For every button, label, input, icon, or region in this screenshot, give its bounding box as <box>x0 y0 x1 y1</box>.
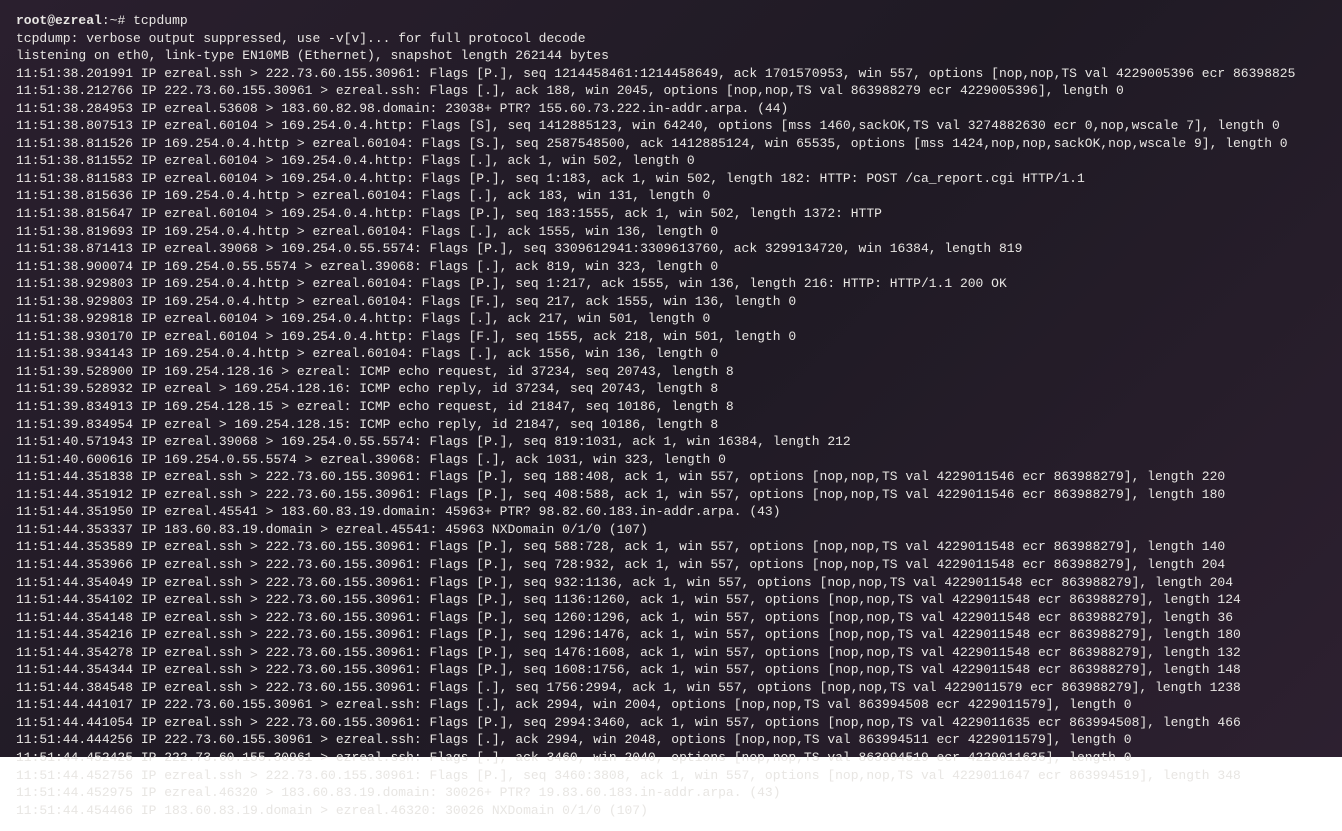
output-line: 11:51:38.929818 IP ezreal.60104 > 169.25… <box>16 310 1326 328</box>
output-lines: tcpdump: verbose output suppressed, use … <box>16 30 1326 820</box>
output-line: 11:51:44.354148 IP ezreal.ssh > 222.73.6… <box>16 609 1326 627</box>
output-line: 11:51:44.454466 IP 183.60.83.19.domain >… <box>16 802 1326 820</box>
output-line: 11:51:38.811552 IP ezreal.60104 > 169.25… <box>16 152 1326 170</box>
output-line: 11:51:44.354049 IP ezreal.ssh > 222.73.6… <box>16 574 1326 592</box>
output-line: 11:51:44.441054 IP ezreal.ssh > 222.73.6… <box>16 714 1326 732</box>
output-line: 11:51:39.528932 IP ezreal > 169.254.128.… <box>16 380 1326 398</box>
output-line: 11:51:38.815636 IP 169.254.0.4.http > ez… <box>16 187 1326 205</box>
output-line: 11:51:44.351950 IP ezreal.45541 > 183.60… <box>16 503 1326 521</box>
output-line: 11:51:38.811583 IP ezreal.60104 > 169.25… <box>16 170 1326 188</box>
output-line: 11:51:44.441017 IP 222.73.60.155.30961 >… <box>16 696 1326 714</box>
prompt-line[interactable]: root@ezreal:~# tcpdump <box>16 12 1326 30</box>
output-line: 11:51:44.444256 IP 222.73.60.155.30961 >… <box>16 731 1326 749</box>
output-line: 11:51:44.353589 IP ezreal.ssh > 222.73.6… <box>16 538 1326 556</box>
output-line: 11:51:44.384548 IP ezreal.ssh > 222.73.6… <box>16 679 1326 697</box>
output-line: 11:51:38.934143 IP 169.254.0.4.http > ez… <box>16 345 1326 363</box>
output-line: 11:51:44.452756 IP ezreal.ssh > 222.73.6… <box>16 767 1326 785</box>
output-line: 11:51:38.871413 IP ezreal.39068 > 169.25… <box>16 240 1326 258</box>
output-line: 11:51:44.452975 IP ezreal.46320 > 183.60… <box>16 784 1326 802</box>
output-line: 11:51:38.212766 IP 222.73.60.155.30961 >… <box>16 82 1326 100</box>
output-line: 11:51:38.930170 IP ezreal.60104 > 169.25… <box>16 328 1326 346</box>
output-line: 11:51:39.528900 IP 169.254.128.16 > ezre… <box>16 363 1326 381</box>
prompt-symbol: # <box>117 13 125 28</box>
output-line: 11:51:44.354102 IP ezreal.ssh > 222.73.6… <box>16 591 1326 609</box>
output-line: 11:51:44.353337 IP 183.60.83.19.domain >… <box>16 521 1326 539</box>
output-line: 11:51:38.815647 IP ezreal.60104 > 169.25… <box>16 205 1326 223</box>
output-line: 11:51:39.834954 IP ezreal > 169.254.128.… <box>16 416 1326 434</box>
output-line: listening on eth0, link-type EN10MB (Eth… <box>16 47 1326 65</box>
prompt-user-host: root@ezreal <box>16 13 102 28</box>
output-line: 11:51:38.284953 IP ezreal.53608 > 183.60… <box>16 100 1326 118</box>
output-line: 11:51:38.900074 IP 169.254.0.55.5574 > e… <box>16 258 1326 276</box>
output-line: 11:51:44.351912 IP ezreal.ssh > 222.73.6… <box>16 486 1326 504</box>
terminal-output[interactable]: root@ezreal:~# tcpdump tcpdump: verbose … <box>16 12 1326 819</box>
output-line: 11:51:39.834913 IP 169.254.128.15 > ezre… <box>16 398 1326 416</box>
output-line: 11:51:38.819693 IP 169.254.0.4.http > ez… <box>16 223 1326 241</box>
output-line: 11:51:38.201991 IP ezreal.ssh > 222.73.6… <box>16 65 1326 83</box>
output-line: 11:51:38.811526 IP 169.254.0.4.http > ez… <box>16 135 1326 153</box>
output-line: 11:51:44.353966 IP ezreal.ssh > 222.73.6… <box>16 556 1326 574</box>
output-line: 11:51:38.929803 IP 169.254.0.4.http > ez… <box>16 293 1326 311</box>
output-line: 11:51:44.351838 IP ezreal.ssh > 222.73.6… <box>16 468 1326 486</box>
output-line: 11:51:40.600616 IP 169.254.0.55.5574 > e… <box>16 451 1326 469</box>
prompt-separator: : <box>102 13 110 28</box>
output-line: 11:51:44.452425 IP 222.73.60.155.30961 >… <box>16 749 1326 767</box>
output-line: 11:51:38.929803 IP 169.254.0.4.http > ez… <box>16 275 1326 293</box>
output-line: 11:51:40.571943 IP ezreal.39068 > 169.25… <box>16 433 1326 451</box>
output-line: tcpdump: verbose output suppressed, use … <box>16 30 1326 48</box>
output-line: 11:51:44.354216 IP ezreal.ssh > 222.73.6… <box>16 626 1326 644</box>
command: tcpdump <box>133 13 188 28</box>
output-line: 11:51:44.354278 IP ezreal.ssh > 222.73.6… <box>16 644 1326 662</box>
output-line: 11:51:38.807513 IP ezreal.60104 > 169.25… <box>16 117 1326 135</box>
output-line: 11:51:44.354344 IP ezreal.ssh > 222.73.6… <box>16 661 1326 679</box>
